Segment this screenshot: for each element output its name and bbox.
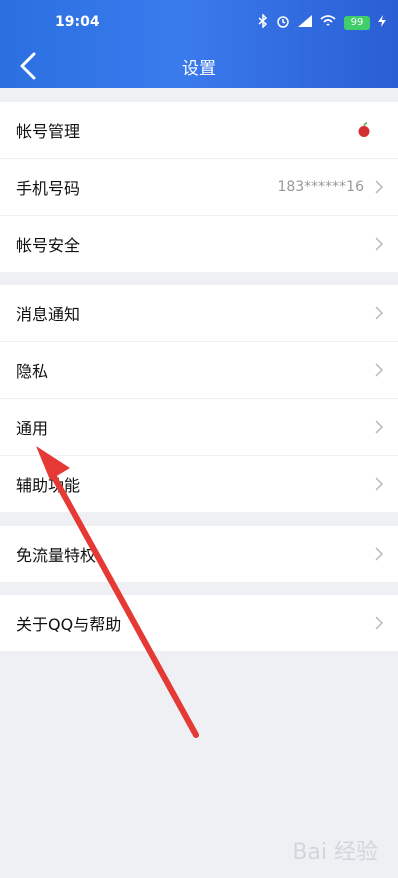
item-label: 隐私	[16, 362, 49, 381]
item-label: 关于QQ与帮助	[16, 615, 122, 634]
item-label: 消息通知	[16, 305, 81, 324]
chevron-right-icon	[374, 303, 384, 323]
chevron-right-icon	[374, 417, 384, 437]
apple-icon	[356, 122, 372, 138]
settings-item-privacy[interactable]: 隐私	[0, 342, 398, 399]
chevron-right-icon	[374, 544, 384, 564]
group-about: 关于QQ与帮助	[0, 595, 398, 651]
group-data-privilege: 免流量特权	[0, 526, 398, 582]
chevron-right-icon	[374, 177, 384, 197]
chevron-right-icon	[374, 613, 384, 633]
settings-item-account-security[interactable]: 帐号安全	[0, 216, 398, 272]
group-notifications: 消息通知 隐私 通用 辅助功能	[0, 285, 398, 512]
nav-bar: 设置	[0, 44, 398, 88]
battery-icon: 99	[344, 15, 370, 30]
chevron-right-icon	[374, 234, 384, 254]
item-value: 183******16	[277, 179, 364, 195]
item-label: 手机号码	[16, 179, 81, 198]
signal-icon	[298, 15, 312, 30]
settings-item-about-help[interactable]: 关于QQ与帮助	[0, 595, 398, 651]
settings-item-phone-number[interactable]: 手机号码 183******16	[0, 159, 398, 216]
status-icons: 99	[258, 13, 386, 31]
charging-icon	[378, 15, 386, 30]
item-label: 辅助功能	[16, 476, 81, 495]
settings-item-free-data[interactable]: 免流量特权	[0, 526, 398, 582]
settings-item-accessibility[interactable]: 辅助功能	[0, 456, 398, 512]
watermark: Bai 经验	[292, 840, 378, 865]
status-time: 19:04	[55, 14, 100, 30]
item-label: 帐号安全	[16, 236, 81, 255]
alarm-icon	[276, 14, 290, 31]
settings-item-account-management[interactable]: 帐号管理	[0, 102, 398, 159]
settings-item-message-notifications[interactable]: 消息通知	[0, 285, 398, 342]
group-account: 帐号管理 手机号码 183******16 帐号安全	[0, 102, 398, 272]
status-bar: 19:04 99	[0, 0, 398, 44]
chevron-right-icon	[374, 360, 384, 380]
chevron-right-icon	[374, 474, 384, 494]
item-label: 帐号管理	[16, 122, 81, 141]
wifi-icon	[320, 15, 336, 30]
page-title: 设置	[182, 59, 216, 79]
header: 19:04 99 设置	[0, 0, 398, 88]
item-label: 免流量特权	[16, 546, 97, 565]
bluetooth-icon	[258, 13, 268, 31]
settings-item-general[interactable]: 通用	[0, 399, 398, 456]
item-label: 通用	[16, 419, 49, 438]
